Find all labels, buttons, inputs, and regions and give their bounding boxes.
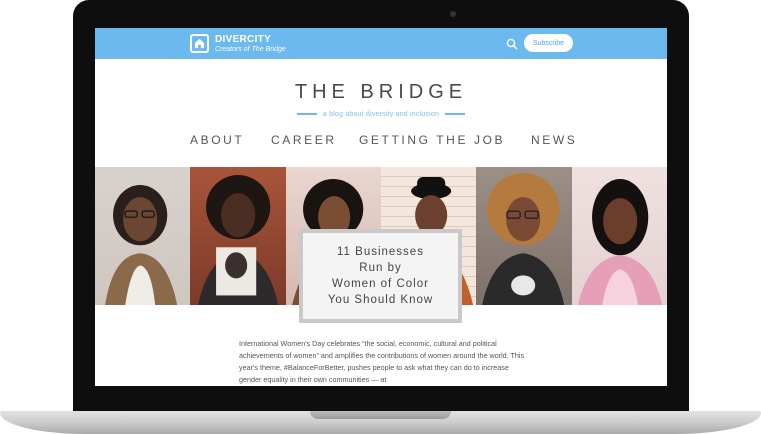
top-bar: DIVERCITY Creators of The Bridge Subscri…	[95, 28, 667, 59]
nav-getting-the-job[interactable]: GETTING THE JOB	[359, 133, 505, 147]
camera-icon	[450, 11, 456, 17]
hero-title-card[interactable]: 11 Businesses Run by Women of Color You …	[299, 229, 462, 323]
hero-photo	[190, 167, 286, 305]
search-icon[interactable]	[506, 37, 518, 50]
article-body: International Women's Day celebrates “th…	[239, 339, 525, 384]
browser-screen: DIVERCITY Creators of The Bridge Subscri…	[95, 28, 667, 386]
hero-photo	[571, 167, 667, 305]
brand-name[interactable]: DIVERCITY	[215, 34, 271, 45]
laptop-notch	[310, 411, 451, 419]
main-nav: ABOUT CAREER GETTING THE JOB NEWS	[95, 133, 667, 149]
nav-news[interactable]: NEWS	[531, 133, 577, 147]
subscribe-button[interactable]: Subscribe	[524, 34, 573, 52]
tagline-divider	[445, 113, 466, 115]
site-tagline: a blog about diversity and inclusion	[322, 110, 440, 118]
brand-tagline: Creators of The Bridge	[215, 46, 286, 53]
hero-photo	[95, 167, 191, 305]
hero-photo	[476, 167, 572, 305]
home-icon[interactable]	[190, 34, 209, 53]
tagline-row: a blog about diversity and inclusion	[95, 108, 667, 120]
hero-title[interactable]: 11 Businesses Run by Women of Color You …	[328, 244, 433, 308]
tagline-divider	[296, 113, 317, 115]
nav-career[interactable]: CAREER	[271, 133, 337, 147]
nav-about[interactable]: ABOUT	[190, 133, 244, 147]
hero-banner[interactable]: 11 Businesses Run by Women of Color You …	[95, 167, 667, 323]
site-title[interactable]: THE BRIDGE	[95, 81, 667, 104]
